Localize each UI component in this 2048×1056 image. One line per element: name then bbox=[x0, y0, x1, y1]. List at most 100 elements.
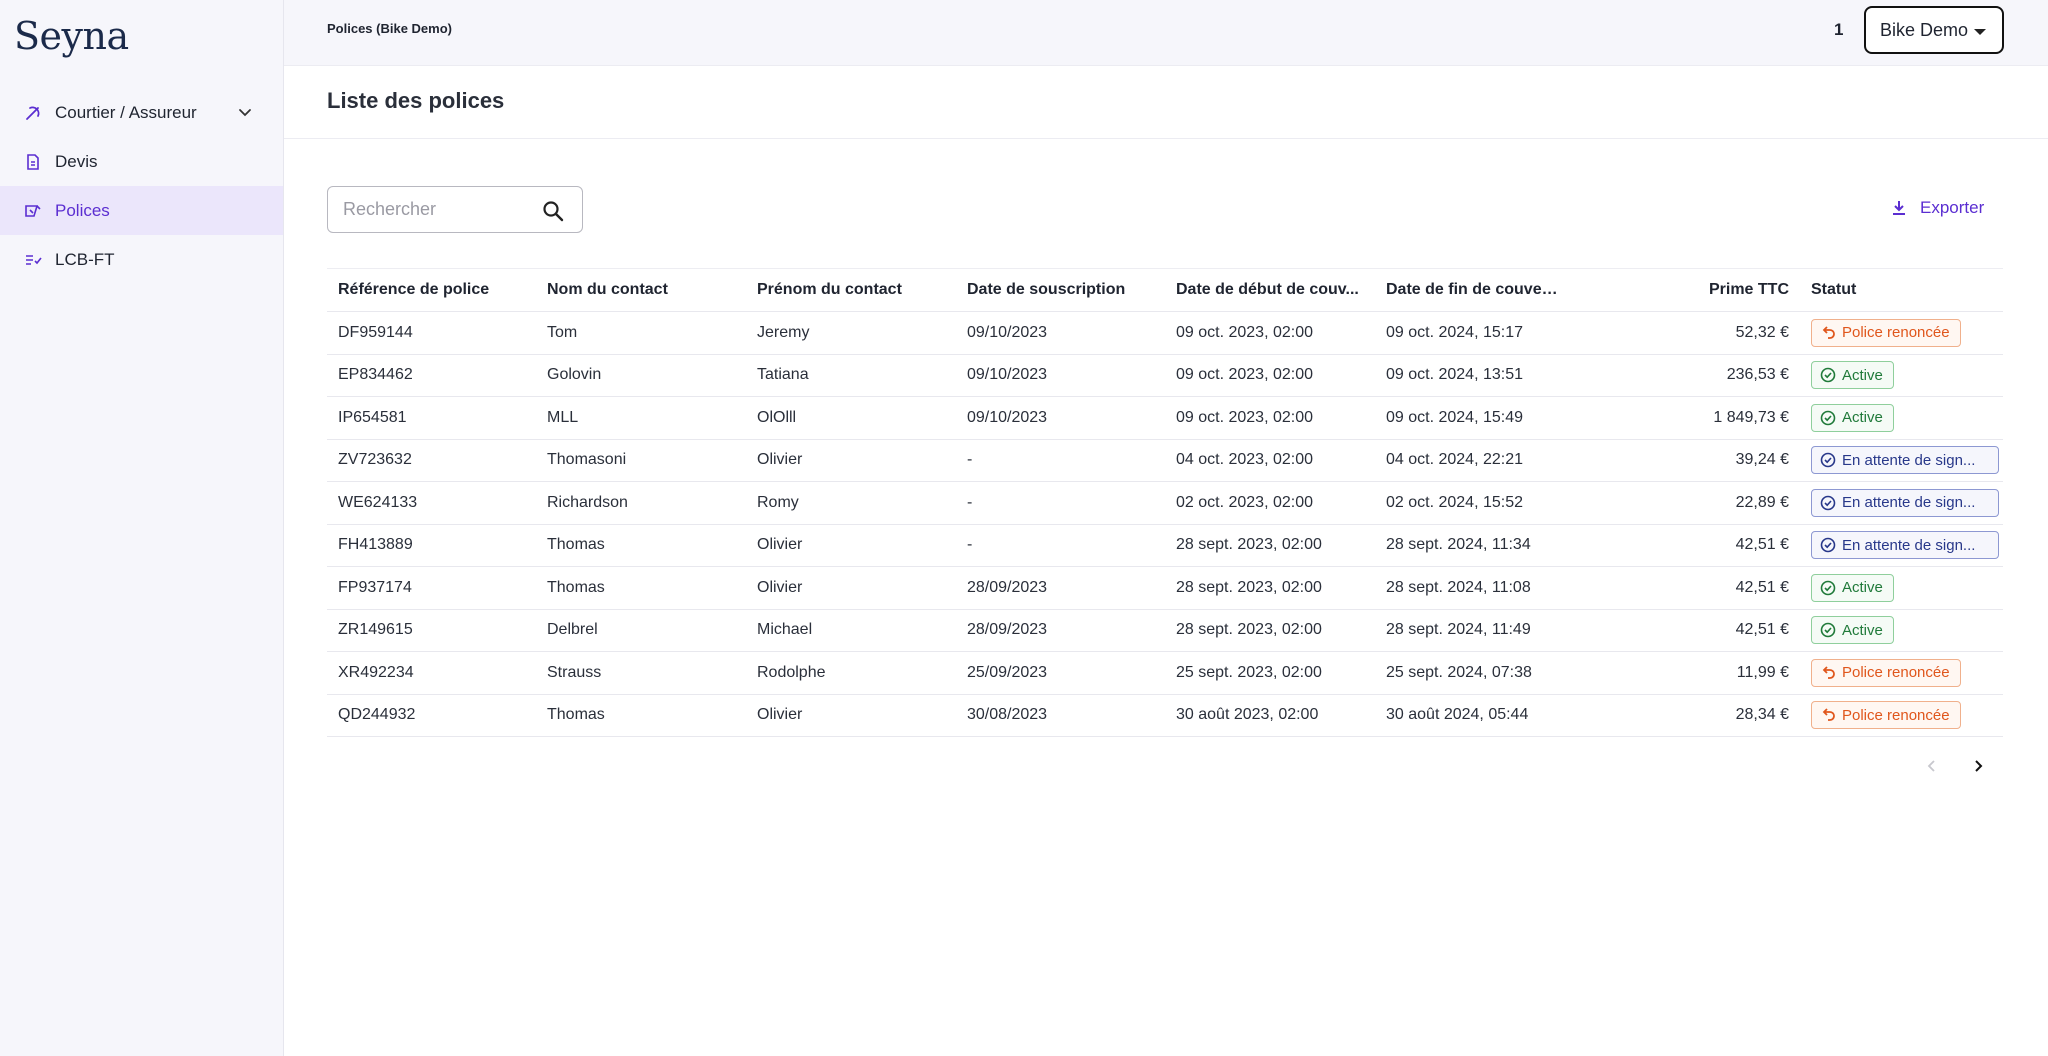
cell-debut: 04 oct. 2023, 02:00 bbox=[1176, 451, 1313, 469]
column-header-statut[interactable]: Statut bbox=[1811, 281, 2003, 299]
cell-debut: 28 sept. 2023, 02:00 bbox=[1176, 578, 1322, 596]
status-badge-label: Police renoncée bbox=[1842, 706, 1950, 724]
status-badge: En attente de sign... bbox=[1811, 488, 1999, 517]
cell-fin: 28 sept. 2024, 11:34 bbox=[1386, 536, 1531, 554]
cell-prenom: Romy bbox=[757, 493, 799, 511]
undo-icon bbox=[1822, 666, 1835, 679]
table-row[interactable]: WE624133 Richardson Romy - 02 oct. 2023, 02:… bbox=[327, 482, 2003, 525]
export-button[interactable]: Exporter bbox=[1890, 198, 1984, 218]
cell-fin: 04 oct. 2024, 22:21 bbox=[1386, 451, 1523, 469]
cell-nom: Strauss bbox=[547, 663, 602, 681]
search-input[interactable] bbox=[329, 188, 529, 231]
status-badge: Active bbox=[1811, 403, 1894, 432]
cell-prime: 39,24 € bbox=[1735, 451, 1789, 469]
cell-prenom: OlOlll bbox=[757, 408, 797, 426]
status-badge: Active bbox=[1811, 573, 1894, 602]
table-row[interactable]: XR492234 Strauss Rodolphe 25/09/2023 25 sept… bbox=[327, 652, 2003, 695]
check-circle-icon bbox=[1820, 580, 1836, 596]
cell-debut: 25 sept. 2023, 02:00 bbox=[1176, 663, 1322, 681]
app-logo[interactable]: Seyna bbox=[14, 14, 129, 58]
status-badge: En attente de sign... bbox=[1811, 446, 1999, 475]
table-row[interactable]: IP654581 MLL OlOlll 09/10/2023 09 oct. 2023,… bbox=[327, 397, 2003, 440]
check-circle-icon bbox=[1820, 367, 1836, 383]
cell-prime: 42,51 € bbox=[1735, 536, 1789, 554]
cell-prime: 52,32 € bbox=[1735, 323, 1789, 341]
check-circle-icon bbox=[1820, 622, 1836, 638]
broker-icon bbox=[24, 104, 42, 122]
top-bar: Polices (Bike Demo) 1 Bike Demo bbox=[284, 0, 2048, 66]
cell-nom: Golovin bbox=[547, 366, 602, 384]
cell-souscription: - bbox=[967, 536, 973, 554]
table-row[interactable]: QD244932 Thomas Olivier 30/08/2023 30 août 2… bbox=[327, 695, 2003, 737]
environment-select[interactable]: Bike Demo bbox=[1864, 6, 2004, 54]
cell-prime: 11,99 € bbox=[1736, 663, 1789, 681]
table-row[interactable]: DF959144 Tom Jeremy 09/10/2023 09 oct. 2023,… bbox=[327, 312, 2003, 355]
cell-prenom: Tatiana bbox=[757, 366, 809, 384]
undo-icon bbox=[1822, 708, 1835, 722]
cell-prenom: Olivier bbox=[757, 578, 803, 596]
chevron-down-icon[interactable] bbox=[237, 104, 253, 120]
sidebar-item-devis[interactable]: Devis bbox=[0, 137, 283, 186]
sidebar-item-courtier-assureur[interactable]: Courtier / Assureur bbox=[0, 88, 283, 137]
cell-statut: Police renoncée bbox=[1811, 318, 2003, 347]
column-header-prime[interactable]: Prime TTC bbox=[1565, 281, 1811, 299]
table-row[interactable]: FP937174 Thomas Olivier 28/09/2023 28 sept. … bbox=[327, 567, 2003, 610]
status-badge-label: Active bbox=[1842, 366, 1883, 384]
environment-select-value: Bike Demo bbox=[1880, 19, 1969, 40]
cell-statut: Active bbox=[1811, 361, 2003, 390]
cell-debut: 02 oct. 2023, 02:00 bbox=[1176, 493, 1313, 511]
cell-debut: 30 août 2023, 02:00 bbox=[1176, 706, 1319, 724]
column-header-nom[interactable]: Nom du contact bbox=[536, 281, 746, 299]
status-badge: Police renoncée bbox=[1811, 318, 1961, 347]
status-badge-label: En attente de sign... bbox=[1842, 451, 1976, 469]
cell-fin: 09 oct. 2024, 15:17 bbox=[1386, 323, 1523, 341]
sidebar-item-lcb-ft[interactable]: LCB-FT bbox=[0, 235, 283, 284]
sidebar-item-polices[interactable]: Polices bbox=[0, 186, 283, 235]
status-badge: Active bbox=[1811, 616, 1894, 645]
cell-reference: DF959144 bbox=[338, 323, 413, 341]
document-icon bbox=[24, 153, 42, 171]
cell-prime: 236,53 € bbox=[1726, 366, 1789, 384]
pagination bbox=[1920, 754, 1990, 778]
column-header-reference[interactable]: Référence de police bbox=[327, 281, 536, 299]
status-badge-label: Active bbox=[1842, 579, 1883, 597]
table-row[interactable]: EP834462 Golovin Tatiana 09/10/2023 09 oct. … bbox=[327, 355, 2003, 397]
cell-nom: Thomas bbox=[547, 536, 605, 554]
sidebar-nav: Courtier / Assureur Devis Polices LCB-FT bbox=[0, 88, 283, 284]
chevron-left-icon[interactable] bbox=[1920, 754, 1944, 778]
chevron-right-icon[interactable] bbox=[1966, 754, 1990, 778]
column-header-prenom[interactable]: Prénom du contact bbox=[746, 281, 956, 299]
cell-prenom: Olivier bbox=[757, 706, 803, 724]
cell-souscription: - bbox=[967, 493, 973, 511]
status-badge-label: Active bbox=[1842, 621, 1883, 639]
cell-nom: Thomas bbox=[547, 706, 605, 724]
cell-souscription: 28/09/2023 bbox=[967, 578, 1048, 596]
cell-nom: Tom bbox=[547, 323, 578, 341]
cell-reference: IP654581 bbox=[338, 408, 407, 426]
cell-statut: En attente de sign... bbox=[1811, 488, 2003, 517]
table-row[interactable]: FH413889 Thomas Olivier - 28 sept. 2023, 02:… bbox=[327, 525, 2003, 567]
status-badge: Police renoncée bbox=[1811, 701, 1961, 730]
column-header-debut[interactable]: Date de début de couv... bbox=[1165, 281, 1375, 299]
table-row[interactable]: ZR149615 Delbrel Michael 28/09/2023 28 sept.… bbox=[327, 610, 2003, 652]
caret-down-icon bbox=[1974, 29, 1986, 35]
cell-souscription: 25/09/2023 bbox=[967, 663, 1048, 681]
table-row[interactable]: ZV723632 Thomasoni Olivier - 04 oct. 2023, 0… bbox=[327, 440, 2003, 482]
column-header-fin[interactable]: Date de fin de couvert... bbox=[1375, 281, 1565, 299]
cell-prime: 1 849,73 € bbox=[1713, 408, 1789, 426]
cell-reference: WE624133 bbox=[338, 493, 418, 511]
header-count: 1 bbox=[1834, 20, 1844, 39]
cell-nom: MLL bbox=[547, 408, 579, 426]
cell-debut: 28 sept. 2023, 02:00 bbox=[1176, 621, 1322, 639]
status-badge-label: Police renoncée bbox=[1842, 664, 1950, 682]
status-badge-label: Active bbox=[1842, 409, 1883, 427]
cell-prenom: Olivier bbox=[757, 451, 803, 469]
status-badge-label: Police renoncée bbox=[1842, 324, 1950, 342]
cell-fin: 09 oct. 2024, 13:51 bbox=[1386, 366, 1523, 384]
cell-prime: 22,89 € bbox=[1735, 493, 1789, 511]
search-icon[interactable] bbox=[542, 200, 564, 222]
cell-prenom: Olivier bbox=[757, 536, 803, 554]
column-header-souscription[interactable]: Date de souscription bbox=[956, 281, 1165, 299]
cell-statut: Active bbox=[1811, 573, 2003, 602]
cell-debut: 09 oct. 2023, 02:00 bbox=[1176, 366, 1313, 384]
